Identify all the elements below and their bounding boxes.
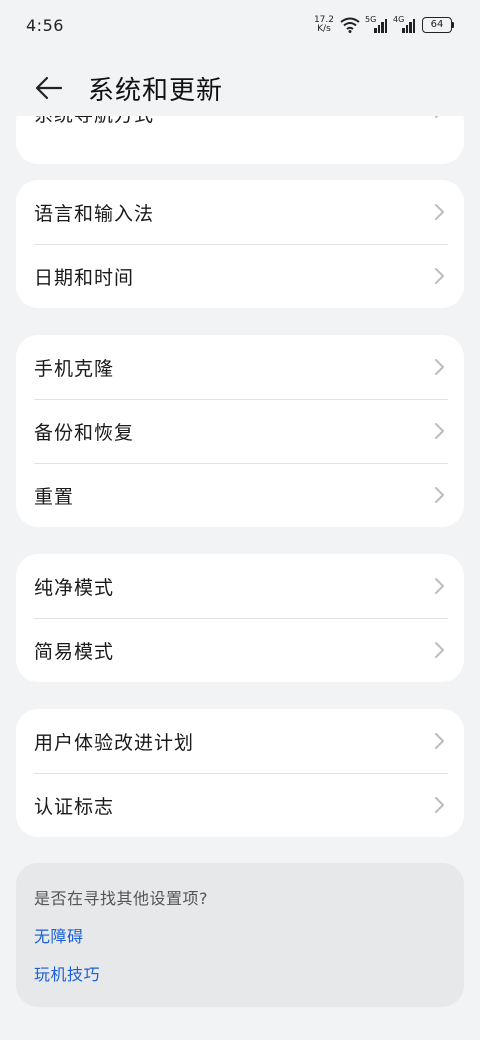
chevron-right-icon — [435, 116, 439, 118]
chevron-right-icon — [435, 797, 444, 813]
list-item-simple-mode[interactable]: 简易模式 — [16, 618, 464, 682]
battery-level: 64 — [422, 17, 452, 33]
suggestion-question: 是否在寻找其他设置项? — [34, 889, 208, 908]
settings-card-language: 语言和输入法 日期和时间 — [16, 180, 464, 308]
list-item-label: 重置 — [34, 485, 75, 508]
list-item-phone-clone[interactable]: 手机克隆 — [16, 335, 464, 399]
accessibility-link[interactable]: 无障碍 — [34, 923, 446, 947]
chevron-right-icon — [435, 642, 444, 658]
chevron-right-icon — [435, 359, 444, 375]
list-item-label: 简易模式 — [34, 640, 115, 663]
list-item-system-navigation[interactable]: 系统导航方式 — [16, 116, 464, 164]
back-arrow-icon — [35, 76, 63, 100]
battery-icon: 64 — [422, 17, 454, 33]
list-item-label: 手机克隆 — [34, 357, 115, 380]
chevron-right-icon — [435, 487, 444, 503]
chevron-right-icon — [435, 423, 444, 439]
chevron-right-icon — [435, 204, 444, 220]
list-item-label: 日期和时间 — [34, 266, 135, 289]
suggestion-card: 是否在寻找其他设置项? 无障碍 玩机技巧 — [16, 863, 464, 1007]
back-button[interactable] — [34, 73, 64, 103]
list-item-label: 纯净模式 — [34, 576, 115, 599]
network-speed: 17.2 K/s — [314, 16, 334, 34]
list-item-date-time[interactable]: 日期和时间 — [16, 244, 464, 308]
signal-4g-icon: 4G — [393, 15, 416, 33]
list-item-label: 系统导航方式 — [34, 116, 154, 127]
status-time: 4:56 — [26, 15, 64, 35]
settings-card-backup: 手机克隆 备份和恢复 重置 — [16, 335, 464, 527]
list-item-language-input[interactable]: 语言和输入法 — [16, 180, 464, 244]
list-item-user-experience[interactable]: 用户体验改进计划 — [16, 709, 464, 773]
network-speed-unit: K/s — [317, 24, 331, 34]
list-item-label: 用户体验改进计划 — [34, 731, 195, 754]
chevron-right-icon — [435, 578, 444, 594]
list-item-label: 语言和输入法 — [34, 202, 155, 225]
settings-list[interactable]: 系统导航方式 语言和输入法 日期和时间 手机克隆 备份和恢复 重置 — [0, 116, 480, 1040]
list-item-pure-mode[interactable]: 纯净模式 — [16, 554, 464, 618]
app-header: 系统和更新 — [0, 60, 480, 116]
list-item-label: 备份和恢复 — [34, 421, 135, 444]
signal-5g-icon: 5G — [365, 15, 388, 33]
settings-card-experience: 用户体验改进计划 认证标志 — [16, 709, 464, 837]
chevron-right-icon — [435, 268, 444, 284]
tips-link[interactable]: 玩机技巧 — [34, 961, 446, 985]
settings-card-partial: 系统导航方式 — [16, 116, 464, 164]
status-icons: 17.2 K/s 5G 4G 64 — [314, 15, 454, 34]
signal-5g-label: 5G — [365, 15, 377, 24]
settings-card-modes: 纯净模式 简易模式 — [16, 554, 464, 682]
chevron-right-icon — [435, 733, 444, 749]
page-title: 系统和更新 — [88, 75, 224, 106]
list-item-reset[interactable]: 重置 — [16, 463, 464, 527]
signal-4g-label: 4G — [393, 15, 405, 24]
status-bar: 4:56 17.2 K/s 5G 4G 64 — [0, 0, 480, 50]
wifi-icon — [340, 17, 360, 33]
list-item-backup-restore[interactable]: 备份和恢复 — [16, 399, 464, 463]
list-item-label: 认证标志 — [34, 795, 115, 818]
list-item-certification[interactable]: 认证标志 — [16, 773, 464, 837]
